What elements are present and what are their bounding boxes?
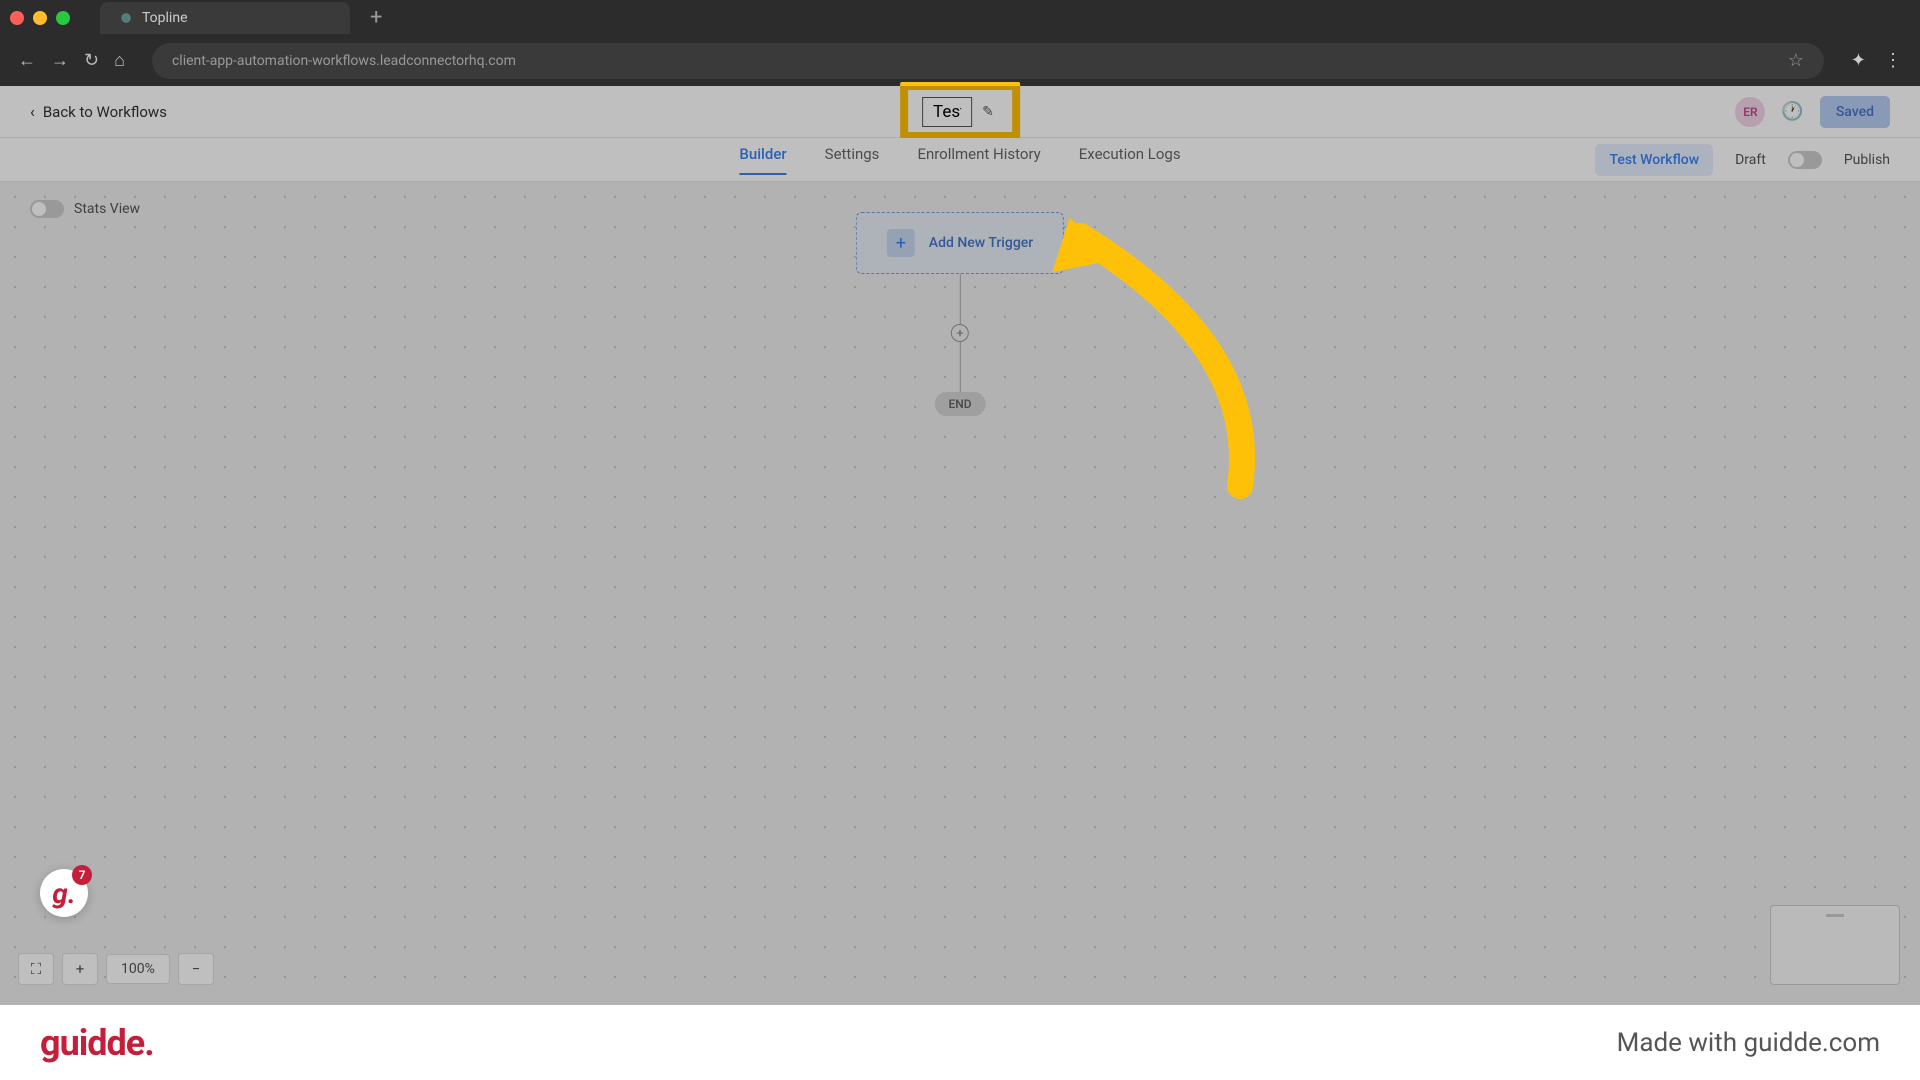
publish-label: Publish bbox=[1844, 152, 1890, 168]
nav-back-button[interactable]: ← bbox=[18, 50, 36, 71]
pencil-icon[interactable]: ✎ bbox=[978, 100, 998, 124]
test-workflow-button[interactable]: Test Workflow bbox=[1595, 144, 1713, 176]
app-container: ‹ Back to Workflows ✎ ER 🕐 Saved Builder… bbox=[0, 86, 1920, 1005]
back-label: Back to Workflows bbox=[43, 103, 167, 121]
nav-home-button[interactable]: ⌂ bbox=[114, 50, 125, 71]
add-trigger-button[interactable]: + Add New Trigger bbox=[856, 212, 1064, 274]
workflow-title-input[interactable] bbox=[922, 97, 972, 127]
tab-builder[interactable]: Builder bbox=[739, 145, 786, 175]
zoom-controls: ⛶ + 100% − bbox=[18, 953, 214, 985]
footer-bar: guidde. Made with guidde.com bbox=[0, 1005, 1920, 1080]
plus-icon: + bbox=[887, 229, 915, 257]
end-node: END bbox=[934, 392, 985, 416]
footer-attribution: Made with guidde.com bbox=[1617, 1028, 1880, 1058]
add-trigger-label: Add New Trigger bbox=[929, 235, 1033, 251]
stats-view-label: Stats View bbox=[74, 201, 140, 217]
add-step-button[interactable]: + bbox=[951, 324, 969, 342]
zoom-in-button[interactable]: + bbox=[62, 953, 98, 985]
bookmark-icon[interactable]: ☆ bbox=[1788, 50, 1804, 71]
tabs-center: Builder Settings Enrollment History Exec… bbox=[739, 145, 1180, 175]
fit-screen-button[interactable]: ⛶ bbox=[18, 953, 54, 985]
nav-bar: ← → ↻ ⌂ client-app-automation-workflows.… bbox=[0, 35, 1920, 86]
publish-toggle[interactable] bbox=[1788, 151, 1822, 169]
window-controls bbox=[10, 11, 70, 25]
app-header: ‹ Back to Workflows ✎ ER 🕐 Saved bbox=[0, 86, 1920, 138]
workflow-canvas[interactable]: Stats View + Add New Trigger + END ⛶ + 1… bbox=[0, 182, 1920, 1005]
saved-button[interactable]: Saved bbox=[1820, 96, 1890, 128]
browser-actions: ✦ ⋮ bbox=[1851, 50, 1902, 71]
guidde-badge-count: 7 bbox=[72, 865, 92, 885]
tab-settings[interactable]: Settings bbox=[825, 145, 880, 175]
nav-forward-button[interactable]: → bbox=[51, 50, 69, 71]
connector-line bbox=[960, 274, 961, 324]
guidde-logo-icon: g. bbox=[52, 877, 75, 910]
guidde-badge-circle: g. 7 bbox=[40, 869, 88, 917]
back-to-workflows-link[interactable]: ‹ Back to Workflows bbox=[30, 102, 167, 121]
address-bar[interactable]: client-app-automation-workflows.leadconn… bbox=[152, 43, 1824, 79]
stats-view-control: Stats View bbox=[30, 200, 140, 218]
url-text: client-app-automation-workflows.leadconn… bbox=[172, 53, 516, 69]
zoom-level-display: 100% bbox=[106, 954, 170, 984]
tab-right-controls: Test Workflow Draft Publish bbox=[1595, 144, 1890, 176]
guidde-badge[interactable]: g. 7 bbox=[40, 869, 88, 917]
window-close-icon[interactable] bbox=[10, 11, 24, 25]
window-minimize-icon[interactable] bbox=[33, 11, 47, 25]
tab-favicon-icon bbox=[120, 12, 132, 24]
tab-navigation: Builder Settings Enrollment History Exec… bbox=[0, 138, 1920, 182]
tab-enrollment-history[interactable]: Enrollment History bbox=[917, 145, 1040, 175]
tab-title: Topline bbox=[142, 10, 188, 26]
extensions-icon[interactable]: ✦ bbox=[1851, 50, 1866, 71]
zoom-out-button[interactable]: − bbox=[178, 953, 214, 985]
guidde-footer-logo: guidde. bbox=[40, 1022, 154, 1064]
browser-menu-icon[interactable]: ⋮ bbox=[1884, 50, 1902, 71]
chevron-left-icon: ‹ bbox=[30, 102, 35, 121]
minimap[interactable] bbox=[1770, 905, 1900, 985]
browser-chrome: Topline + ← → ↻ ⌂ client-app-automation-… bbox=[0, 0, 1920, 86]
user-avatar[interactable]: ER bbox=[1735, 97, 1765, 127]
window-maximize-icon[interactable] bbox=[56, 11, 70, 25]
workflow-nodes: + Add New Trigger + END bbox=[856, 212, 1064, 416]
connector-line bbox=[960, 342, 961, 392]
tab-execution-logs[interactable]: Execution Logs bbox=[1079, 145, 1181, 175]
nav-reload-button[interactable]: ↻ bbox=[84, 50, 99, 71]
header-title-wrap: ✎ bbox=[922, 97, 998, 127]
stats-view-toggle[interactable] bbox=[30, 200, 64, 218]
history-icon[interactable]: 🕐 bbox=[1781, 101, 1803, 122]
tab-bar: Topline + bbox=[0, 0, 1920, 35]
browser-tab[interactable]: Topline bbox=[100, 2, 350, 34]
new-tab-button[interactable]: + bbox=[370, 5, 382, 30]
header-right: ER 🕐 Saved bbox=[1735, 96, 1890, 128]
title-editor: ✎ bbox=[922, 97, 998, 127]
draft-label: Draft bbox=[1735, 152, 1766, 168]
